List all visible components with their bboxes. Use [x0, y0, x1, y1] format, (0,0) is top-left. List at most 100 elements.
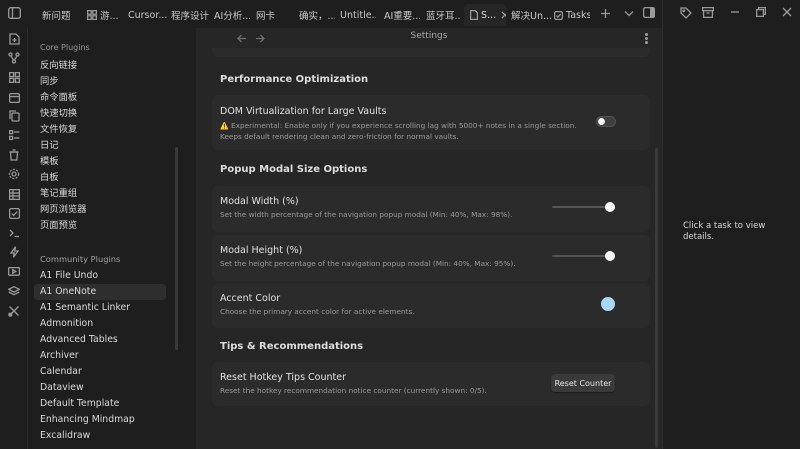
table-icon[interactable]	[6, 186, 22, 202]
sidebar-item-web-viewer[interactable]: 网页浏览器	[34, 202, 166, 218]
sidebar-item-dataview[interactable]: Dataview	[34, 380, 166, 396]
setting-description: ⚠️ Experimental: Enable only if you expe…	[220, 121, 590, 142]
close-tab-icon[interactable]	[501, 11, 506, 19]
terminal-icon[interactable]	[6, 225, 22, 241]
sidebar-item-default-template[interactable]: Default Template	[34, 396, 166, 412]
sidebar-item-backlinks[interactable]: 反向链接	[34, 58, 166, 74]
modal-width-slider-track[interactable]	[552, 206, 612, 208]
tab-game[interactable]: 游...	[86, 4, 124, 26]
modal-height-slider-thumb[interactable]	[605, 251, 615, 261]
setting-description-text: Experimental: Enable only if you experie…	[220, 121, 577, 141]
more-options-icon[interactable]	[642, 32, 650, 44]
trash-icon[interactable]	[6, 147, 22, 163]
page-title: Settings	[410, 31, 448, 41]
setting-modal-width: Modal Width (%) Set the width percentage…	[212, 186, 650, 232]
tab-label: 程序设计	[171, 11, 210, 22]
tab-indeed[interactable]: 确实，...	[299, 4, 335, 26]
setting-accent-color: Accent Color Choose the primary accent c…	[212, 284, 650, 328]
modal-width-slider-thumb[interactable]	[605, 202, 615, 212]
previous-setting-card	[212, 48, 650, 57]
sidebar-item-calendar[interactable]: Calendar	[34, 364, 166, 380]
modal-height-slider-track[interactable]	[552, 255, 612, 257]
lightning-icon[interactable]	[6, 244, 22, 260]
tab-resolve[interactable]: 解决Un...	[511, 4, 551, 26]
dom-virtualization-toggle[interactable]	[596, 116, 616, 127]
tab-label: 游...	[100, 11, 119, 22]
sidebar-toggle-icon[interactable]	[7, 6, 21, 20]
new-tab-icon[interactable]	[599, 7, 611, 19]
sidebar-item-enhancing-mindmap[interactable]: Enhancing Mindmap	[34, 412, 166, 428]
sidebar-item-note-composer[interactable]: 笔记重组	[34, 186, 166, 202]
tab-untitled[interactable]: Untitle...	[340, 4, 376, 26]
setting-title: Modal Width (%)	[220, 196, 299, 207]
archive-icon[interactable]	[701, 6, 714, 19]
tab-label: S...	[481, 9, 497, 21]
checkbox-icon	[554, 10, 563, 20]
setting-dom-virtualization: DOM Virtualization for Large Vaults ⚠️ E…	[212, 95, 650, 150]
setting-description: Reset the hotkey recommendation notice c…	[220, 386, 487, 395]
tab-network-card[interactable]: 网卡	[256, 4, 280, 26]
sidebar-item-quick-switcher[interactable]: 快速切换	[34, 106, 166, 122]
sidebar-item-canvas[interactable]: 白板	[34, 170, 166, 186]
graph-view-icon[interactable]	[6, 50, 22, 66]
right-sidebar-icon[interactable]	[642, 6, 655, 19]
setting-description: Set the height percentage of the navigat…	[220, 259, 516, 268]
tab-label: AI分析...	[214, 11, 250, 22]
sidebar-item-page-preview[interactable]: 页面预览	[34, 218, 166, 234]
file-icon	[470, 10, 478, 20]
tab-label: 解决Un...	[511, 11, 551, 22]
tab-ai-analysis[interactable]: AI分析...	[214, 4, 250, 26]
reset-counter-button[interactable]: Reset Counter	[551, 374, 615, 392]
community-plugins-heading: Community Plugins	[40, 254, 121, 264]
new-note-icon[interactable]	[6, 31, 22, 47]
sidebar-item-templates[interactable]: 模板	[34, 154, 166, 170]
minimize-icon[interactable]	[729, 6, 741, 18]
sidebar-item-advanced-tables[interactable]: Advanced Tables	[34, 332, 166, 348]
tab-list-icon[interactable]	[623, 8, 635, 18]
calendar-icon[interactable]	[6, 89, 22, 105]
sidebar-item-admonition[interactable]: Admonition	[34, 316, 166, 332]
layers-icon[interactable]	[6, 283, 22, 299]
tab-cursor[interactable]: Cursor...	[128, 4, 168, 26]
setting-modal-height: Modal Height (%) Set the height percenta…	[212, 235, 650, 281]
sidebar-item-file-recovery[interactable]: 文件恢复	[34, 122, 166, 138]
sidebar-item-a1-file-undo[interactable]: A1 File Undo	[34, 268, 166, 284]
sidebar-item-daily-notes[interactable]: 日记	[34, 138, 166, 154]
sidebar-scrollbar[interactable]	[175, 147, 178, 350]
tag-icon[interactable]	[679, 6, 692, 19]
section-popup-size: Popup Modal Size Options	[220, 164, 368, 175]
sidebar-item-a1-onenote[interactable]: A1 OneNote	[34, 284, 166, 300]
setting-title: Modal Height (%)	[220, 245, 303, 256]
canvas-icon[interactable]	[6, 69, 22, 85]
tab-new-question[interactable]: 新问题	[42, 4, 78, 26]
core-plugins-heading: Core Plugins	[40, 43, 90, 52]
task-check-icon[interactable]	[6, 205, 22, 221]
sidebar-item-archiver[interactable]: Archiver	[34, 348, 166, 364]
tab-bluetooth[interactable]: 蓝牙耳...	[426, 4, 460, 26]
tools-icon[interactable]	[6, 303, 22, 319]
settings-gear-icon[interactable]	[6, 166, 22, 182]
task-empty-message: Click a task to view details.	[683, 221, 766, 242]
tab-programming[interactable]: 程序设计	[171, 4, 211, 26]
tab-tasks[interactable]: Tasks	[554, 4, 590, 26]
close-icon[interactable]	[781, 6, 793, 18]
tab-ai-important[interactable]: AI重要...	[384, 4, 420, 26]
restore-icon[interactable]	[755, 6, 767, 18]
tab-settings[interactable]: S...	[464, 4, 506, 26]
tab-label: 蓝牙耳...	[426, 11, 460, 22]
setting-title: DOM Virtualization for Large Vaults	[220, 106, 387, 117]
sidebar-item-excalidraw[interactable]: Excalidraw	[34, 428, 166, 444]
setting-title: Reset Hotkey Tips Counter	[220, 372, 347, 383]
left-ribbon	[0, 28, 28, 449]
tab-label: 网卡	[256, 11, 276, 22]
slides-icon[interactable]	[6, 264, 22, 280]
setting-description: Set the width percentage of the navigati…	[220, 210, 513, 219]
sidebar-item-command-palette[interactable]: 命令面板	[34, 90, 166, 106]
accent-color-picker[interactable]	[601, 297, 615, 311]
warning-icon: ⚠️	[220, 122, 229, 130]
list-icon[interactable]	[6, 127, 22, 143]
copy-icon[interactable]	[6, 108, 22, 124]
sidebar-item-a1-semantic-linker[interactable]: A1 Semantic Linker	[34, 300, 166, 316]
sidebar-item-sync[interactable]: 同步	[34, 74, 166, 90]
settings-scrollbar[interactable]	[655, 148, 658, 448]
